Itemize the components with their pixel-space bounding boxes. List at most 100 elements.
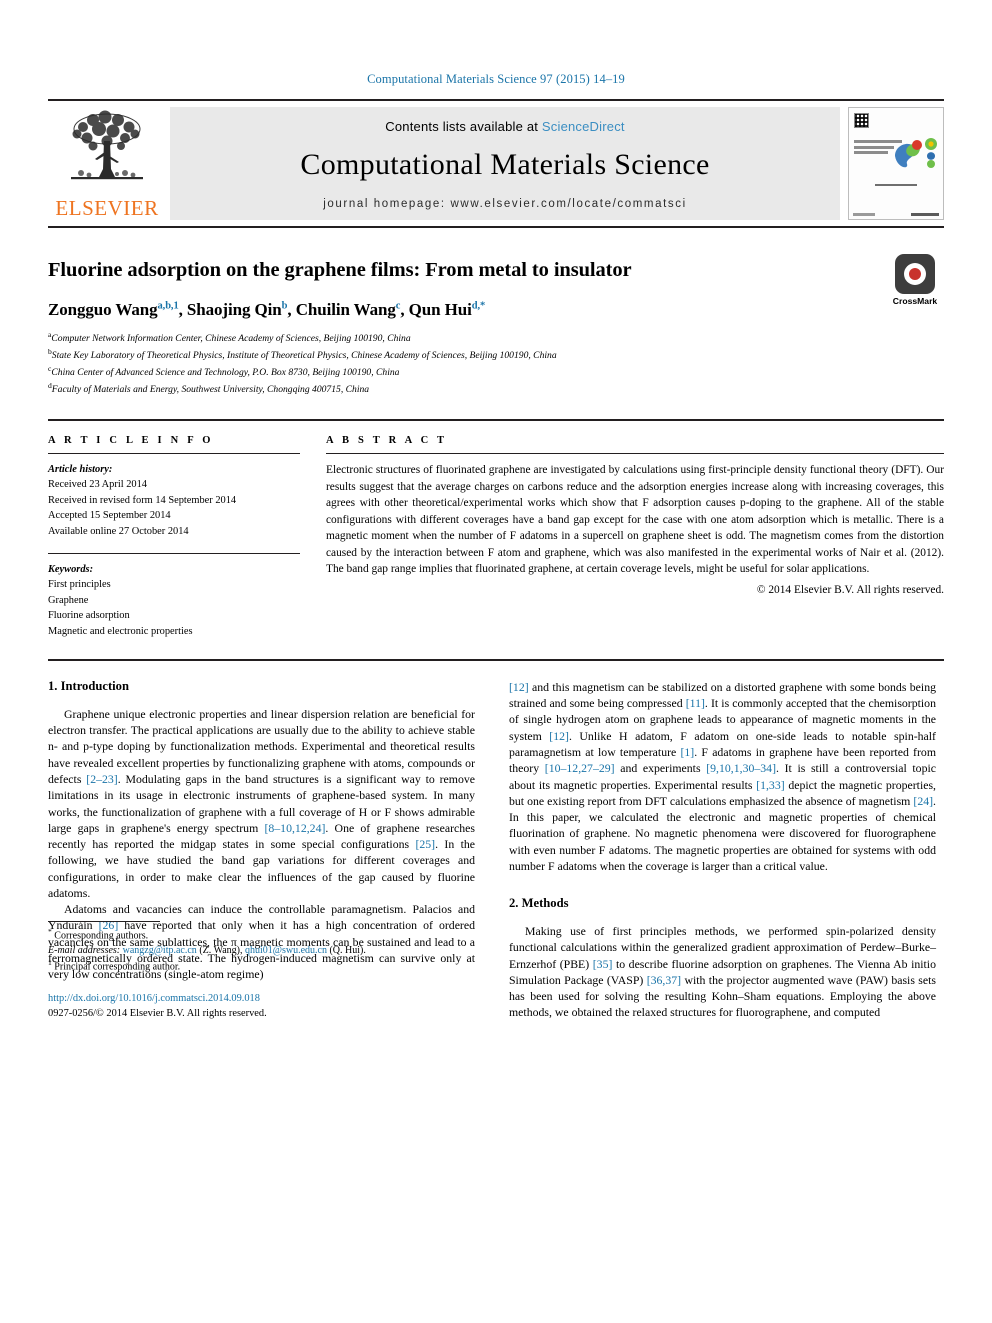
sciencedirect-link[interactable]: ScienceDirect bbox=[542, 119, 625, 134]
cover-artwork bbox=[895, 138, 937, 168]
crossmark-label: CrossMark bbox=[892, 296, 938, 306]
footnote-text: Corresponding authors. bbox=[54, 930, 149, 942]
citation-link[interactable]: [12] bbox=[509, 680, 529, 694]
keyword-item: Graphene bbox=[48, 594, 89, 606]
email-label: E-mail addresses: bbox=[48, 944, 121, 956]
affiliation-item: cChina Center of Advanced Science and Te… bbox=[48, 363, 944, 380]
citation-link[interactable]: [10–12,27–29] bbox=[545, 761, 615, 775]
history-item: Received 23 April 2014 bbox=[48, 479, 147, 491]
citation-link[interactable]: [35] bbox=[593, 957, 613, 971]
author-marks: b bbox=[281, 299, 288, 311]
keywords-label: Keywords: bbox=[48, 563, 94, 575]
author-name: Shaojing Qin bbox=[186, 299, 282, 319]
journal-title: Computational Materials Science bbox=[300, 148, 710, 181]
author-name: Zongguo Wang bbox=[48, 299, 158, 319]
citation-link[interactable]: [1,33] bbox=[756, 778, 785, 792]
article-history-label: Article history: bbox=[48, 464, 113, 475]
citation-link[interactable]: [25] bbox=[415, 837, 435, 851]
body-top-rule bbox=[48, 658, 944, 661]
citation-link[interactable]: [2–23] bbox=[86, 772, 117, 786]
affiliation-text: Faculty of Materials and Energy, Southwe… bbox=[51, 384, 370, 396]
affiliation-text: China Center of Advanced Science and Tec… bbox=[51, 367, 400, 378]
keyword-item: Fluorine adsorption bbox=[48, 610, 130, 622]
abstract-heading: A B S T R A C T bbox=[326, 435, 448, 446]
section-heading-methods: 2. Methods bbox=[509, 896, 569, 911]
footnote-emails: E-mail addresses: wangzg@itp.ac.cn (Z. W… bbox=[48, 944, 475, 958]
keyword-item: First principles bbox=[48, 579, 111, 591]
abstract-copyright: © 2014 Elsevier B.V. All rights reserved… bbox=[756, 583, 944, 596]
issn-copyright: 0927-0256/© 2014 Elsevier B.V. All right… bbox=[48, 1007, 267, 1019]
affiliation-item: dFaculty of Materials and Energy, Southw… bbox=[48, 380, 944, 397]
journal-band: Contents lists available at ScienceDirec… bbox=[170, 107, 840, 220]
author-entry: Zongguo Wanga,b,1 bbox=[48, 300, 179, 319]
body-columns: 1. Introduction Graphene unique electron… bbox=[48, 679, 944, 1021]
journal-masthead: ELSEVIER Contents lists available at Sci… bbox=[48, 99, 944, 226]
crossmark-icon bbox=[895, 254, 935, 294]
footnote-corresponding: * Corresponding authors. bbox=[48, 927, 475, 944]
journal-cover-thumbnail[interactable] bbox=[848, 107, 944, 220]
citation-link[interactable]: [9,10,1,30–34] bbox=[706, 761, 776, 775]
elsevier-wordmark: ELSEVIER bbox=[55, 196, 159, 220]
citation-link[interactable]: [11] bbox=[686, 696, 705, 710]
body-column-left: 1. Introduction Graphene unique electron… bbox=[48, 679, 475, 1021]
author-name: Qun Hui bbox=[408, 299, 472, 319]
running-head: Computational Materials Science 97 (2015… bbox=[367, 72, 625, 86]
abstract-text: Electronic structures of fluorinated gra… bbox=[326, 464, 944, 576]
affiliation-item: aComputer Network Information Center, Ch… bbox=[48, 329, 944, 346]
affiliation-text: State Key Laboratory of Theoretical Phys… bbox=[51, 349, 557, 361]
author-list: Zongguo Wanga,b,1, Shaojing Qinb, Chuili… bbox=[48, 299, 486, 319]
contents-available-line: Contents lists available at ScienceDirec… bbox=[385, 119, 624, 134]
citation-link[interactable]: [8–10,12,24] bbox=[264, 821, 325, 835]
citation-link[interactable]: [36,37] bbox=[647, 973, 681, 987]
methods-paragraph-1: Making use of first principles methods, … bbox=[509, 923, 936, 1021]
doi-block: http://dx.doi.org/10.1016/j.commatsci.20… bbox=[48, 991, 475, 1021]
doi-link[interactable]: http://dx.doi.org/10.1016/j.commatsci.20… bbox=[48, 991, 475, 1006]
author-marks: a,b,1 bbox=[157, 299, 179, 311]
info-abstract-row: A R T I C L E I N F O Article history: R… bbox=[48, 419, 944, 639]
history-item: Received in revised form 14 September 20… bbox=[48, 494, 237, 506]
elsevier-tree-icon bbox=[71, 110, 143, 180]
abstract-column: A B S T R A C T Electronic structures of… bbox=[326, 435, 944, 639]
article-page: Computational Materials Science 97 (2015… bbox=[0, 0, 992, 1323]
history-item: Accepted 15 September 2014 bbox=[48, 510, 171, 522]
email-owner-2: (Q. Hui). bbox=[329, 944, 366, 956]
footnote-text: Principal corresponding author. bbox=[54, 961, 181, 973]
footnote-principal: 1 Principal corresponding author. bbox=[48, 958, 475, 975]
author-name: Chuilin Wang bbox=[295, 299, 396, 319]
elsevier-logo: ELSEVIER bbox=[48, 101, 166, 226]
email-link-2[interactable]: qhui01@swu.edu.cn bbox=[245, 945, 327, 956]
footnote-marker-1: 1 bbox=[48, 958, 52, 968]
section-heading-introduction: 1. Introduction bbox=[48, 678, 129, 693]
history-item: Available online 27 October 2014 bbox=[48, 525, 189, 537]
title-block: CrossMark Fluorine adsorption on the gra… bbox=[48, 254, 944, 397]
author-entry: Qun Huid,* bbox=[409, 300, 486, 319]
email-link-1[interactable]: wangzg@itp.ac.cn bbox=[123, 945, 197, 956]
citation-link[interactable]: [12] bbox=[549, 729, 569, 743]
affiliation-list: aComputer Network Information Center, Ch… bbox=[48, 329, 944, 397]
contents-prefix: Contents lists available at bbox=[385, 119, 542, 134]
author-entry: Chuilin Wangc bbox=[296, 300, 401, 319]
article-info-heading: A R T I C L E I N F O bbox=[48, 435, 214, 446]
article-info-column: A R T I C L E I N F O Article history: R… bbox=[48, 435, 300, 639]
email-owner-1: (Z. Wang), bbox=[199, 944, 243, 956]
body-column-right: [12] and this magnetism can be stabilize… bbox=[509, 679, 936, 1021]
affiliation-item: bState Key Laboratory of Theoretical Phy… bbox=[48, 346, 944, 363]
masthead-bottom-rule bbox=[48, 226, 944, 228]
article-history: Article history: Received 23 April 2014 … bbox=[48, 462, 300, 539]
citation-link[interactable]: [24] bbox=[913, 794, 933, 808]
affiliation-text: Computer Network Information Center, Chi… bbox=[51, 332, 411, 344]
author-marks: c bbox=[395, 299, 401, 311]
page-title: Fluorine adsorption on the graphene film… bbox=[48, 259, 632, 281]
journal-homepage[interactable]: journal homepage: www.elsevier.com/locat… bbox=[323, 198, 686, 210]
citation-link[interactable]: [1] bbox=[680, 745, 694, 759]
keyword-item: Magnetic and electronic properties bbox=[48, 625, 193, 637]
intro-paragraph-2-part-right: [12] and this magnetism can be stabilize… bbox=[509, 679, 936, 874]
author-marks: d,* bbox=[471, 299, 486, 311]
qr-code-icon bbox=[854, 113, 869, 128]
crossmark-badge[interactable]: CrossMark bbox=[886, 254, 944, 306]
keywords-block: Keywords: First principles Graphene Fluo… bbox=[48, 562, 300, 639]
footnote-block: * Corresponding authors. E-mail addresse… bbox=[48, 921, 475, 1020]
intro-paragraph-1: Graphene unique electronic properties an… bbox=[48, 706, 475, 901]
asterisk-icon: * bbox=[48, 927, 52, 937]
author-entry: Shaojing Qinb bbox=[186, 299, 288, 319]
